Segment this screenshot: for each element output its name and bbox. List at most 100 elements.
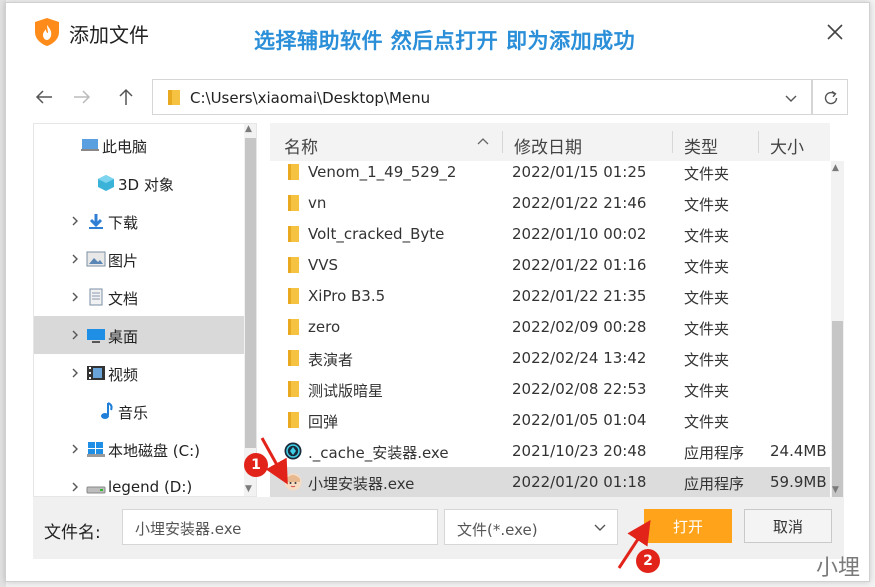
videos-icon <box>86 364 106 382</box>
sort-ascending-icon <box>477 138 489 145</box>
file-type: 文件夹 <box>684 320 730 338</box>
file-date: 2021/10/23 20:48 <box>512 442 647 460</box>
annotation-badge-1: 1 <box>244 453 268 477</box>
close-icon[interactable] <box>824 21 846 43</box>
file-list: 名称 修改日期 类型 大小 Venom_1_49_529_2 2022/01/15… <box>270 123 844 497</box>
file-date: 2022/01/15 01:25 <box>512 163 647 181</box>
file-type: 文件夹 <box>684 289 730 307</box>
chevron-down-icon[interactable] <box>781 88 801 108</box>
folder-icon <box>284 318 302 336</box>
column-name[interactable]: 名称 <box>284 133 318 158</box>
filename-input[interactable]: 小埋安装器.exe <box>122 509 438 545</box>
tree-scrollbar[interactable]: ▲ ▼ <box>244 124 256 496</box>
tree-item-label: 下载 <box>108 214 139 232</box>
chevron-right-icon[interactable] <box>70 253 80 265</box>
up-arrow-icon[interactable] <box>114 85 138 109</box>
chevron-right-icon[interactable] <box>70 481 80 493</box>
file-date: 2022/02/09 00:28 <box>512 318 647 336</box>
tree-scroll-thumb[interactable] <box>245 138 256 448</box>
open-button[interactable]: 打开 <box>644 509 732 543</box>
column-divider[interactable] <box>758 131 759 153</box>
drive-icon <box>86 478 106 496</box>
file-size: 59.9MB <box>770 473 827 491</box>
file-type: 文件夹 <box>684 227 730 245</box>
file-row[interactable]: 小埋安装器.exe 2022/01/20 01:18 应用程序 59.9MB <box>270 467 830 497</box>
download-icon <box>86 212 106 230</box>
file-name: zero <box>308 318 341 336</box>
file-row[interactable]: ._cache_安装器.exe 2021/10/23 20:48 应用程序 24.4M… <box>270 436 830 467</box>
tree-item-3[interactable]: 图片 <box>34 240 244 278</box>
refresh-icon <box>824 90 838 105</box>
tree-item-label: 桌面 <box>108 328 139 346</box>
tree-item-9[interactable]: legend (D:) <box>34 468 244 496</box>
scroll-down-arrow-icon[interactable]: ▼ <box>832 485 839 495</box>
desktop-icon <box>86 326 106 344</box>
file-type: 文件夹 <box>684 382 730 400</box>
address-bar[interactable]: C:\Users\xiaomai\Desktop\Menu <box>152 79 812 115</box>
folder-icon <box>284 287 302 305</box>
scroll-up-arrow-icon[interactable]: ▲ <box>245 124 252 134</box>
file-date: 2022/01/10 00:02 <box>512 225 647 243</box>
title-bar: 添加文件 选择辅助软件 然后点打开 即为添加成功 <box>6 3 869 65</box>
documents-icon <box>86 288 106 306</box>
folder-icon <box>284 194 302 212</box>
tree-item-8[interactable]: 本地磁盘 (C:) <box>34 430 244 468</box>
tree-item-5[interactable]: 桌面 <box>34 316 244 354</box>
filetype-select[interactable]: 文件(*.exe) <box>444 509 618 545</box>
chevron-right-icon[interactable] <box>70 329 80 341</box>
column-type[interactable]: 类型 <box>684 133 718 158</box>
scroll-down-arrow-icon[interactable]: ▼ <box>245 484 252 494</box>
file-row[interactable]: 表演者 2022/02/24 13:42 文件夹 <box>270 343 830 374</box>
folder-icon <box>284 163 302 181</box>
chevron-right-icon[interactable] <box>70 367 80 379</box>
column-size[interactable]: 大小 <box>770 133 804 158</box>
file-list-scroll-thumb[interactable] <box>832 321 843 497</box>
chevron-right-icon[interactable] <box>70 215 80 227</box>
file-name: 表演者 <box>308 351 354 369</box>
computer-icon <box>80 136 100 154</box>
cancel-button[interactable]: 取消 <box>744 509 832 543</box>
navigation-tree: 此电脑 3D 对象下载图片文档桌面视频音乐本地磁盘 (C:) legend (D:)… <box>33 123 257 497</box>
chevron-right-icon[interactable] <box>70 443 80 455</box>
column-divider[interactable] <box>502 131 503 153</box>
annotation-badge-2: 2 <box>636 549 660 573</box>
tree-item-label: 视频 <box>108 366 139 384</box>
address-path: C:\Users\xiaomai\Desktop\Menu <box>190 89 431 107</box>
tree-item-label: 本地磁盘 (C:) <box>108 442 200 460</box>
tree-item-2[interactable]: 下载 <box>34 202 244 240</box>
file-date: 2022/02/24 13:42 <box>512 349 647 367</box>
folder-icon <box>168 90 180 105</box>
tree-item-0[interactable]: 此电脑 <box>34 126 244 164</box>
file-type: 文件夹 <box>684 351 730 369</box>
column-date[interactable]: 修改日期 <box>514 133 582 158</box>
file-row[interactable]: XiPro B3.5 2022/01/22 21:35 文件夹 <box>270 281 830 312</box>
back-arrow-icon[interactable] <box>32 85 56 109</box>
instruction-hint: 选择辅助软件 然后点打开 即为添加成功 <box>254 29 636 53</box>
file-type: 文件夹 <box>684 165 730 183</box>
file-row[interactable]: zero 2022/02/09 00:28 文件夹 <box>270 312 830 343</box>
folder-icon <box>284 225 302 243</box>
folder-icon <box>284 411 302 429</box>
column-divider[interactable] <box>672 131 673 153</box>
tree-item-1[interactable]: 3D 对象 <box>34 164 244 202</box>
scroll-up-arrow-icon[interactable]: ▲ <box>832 163 839 173</box>
tree-item-4[interactable]: 文档 <box>34 278 244 316</box>
file-row[interactable]: Venom_1_49_529_2 2022/01/15 01:25 文件夹 <box>270 157 830 188</box>
file-row[interactable]: 回弹 2022/01/05 01:04 文件夹 <box>270 405 830 436</box>
tree-item-7[interactable]: 音乐 <box>34 392 244 430</box>
chevron-right-icon[interactable] <box>70 291 80 303</box>
file-row[interactable]: Volt_cracked_Byte 2022/01/10 00:02 文件夹 <box>270 219 830 250</box>
refresh-button[interactable] <box>812 79 848 115</box>
filetype-value: 文件(*.exe) <box>457 521 538 539</box>
forward-arrow-icon[interactable] <box>70 85 94 109</box>
tree-item-label: 文档 <box>108 290 139 308</box>
tree-item-6[interactable]: 视频 <box>34 354 244 392</box>
file-row[interactable]: 测试版暗星 2022/02/08 22:53 文件夹 <box>270 374 830 405</box>
file-date: 2022/01/20 01:18 <box>512 473 647 491</box>
file-row[interactable]: vn 2022/01/22 21:46 文件夹 <box>270 188 830 219</box>
file-row[interactable]: VVS 2022/01/22 01:16 文件夹 <box>270 250 830 281</box>
file-name: 小埋安装器.exe <box>308 475 415 493</box>
file-date: 2022/02/08 22:53 <box>512 380 647 398</box>
file-size: 24.4MB <box>770 442 827 460</box>
file-list-scrollbar[interactable]: ▲ ▼ <box>831 161 844 497</box>
